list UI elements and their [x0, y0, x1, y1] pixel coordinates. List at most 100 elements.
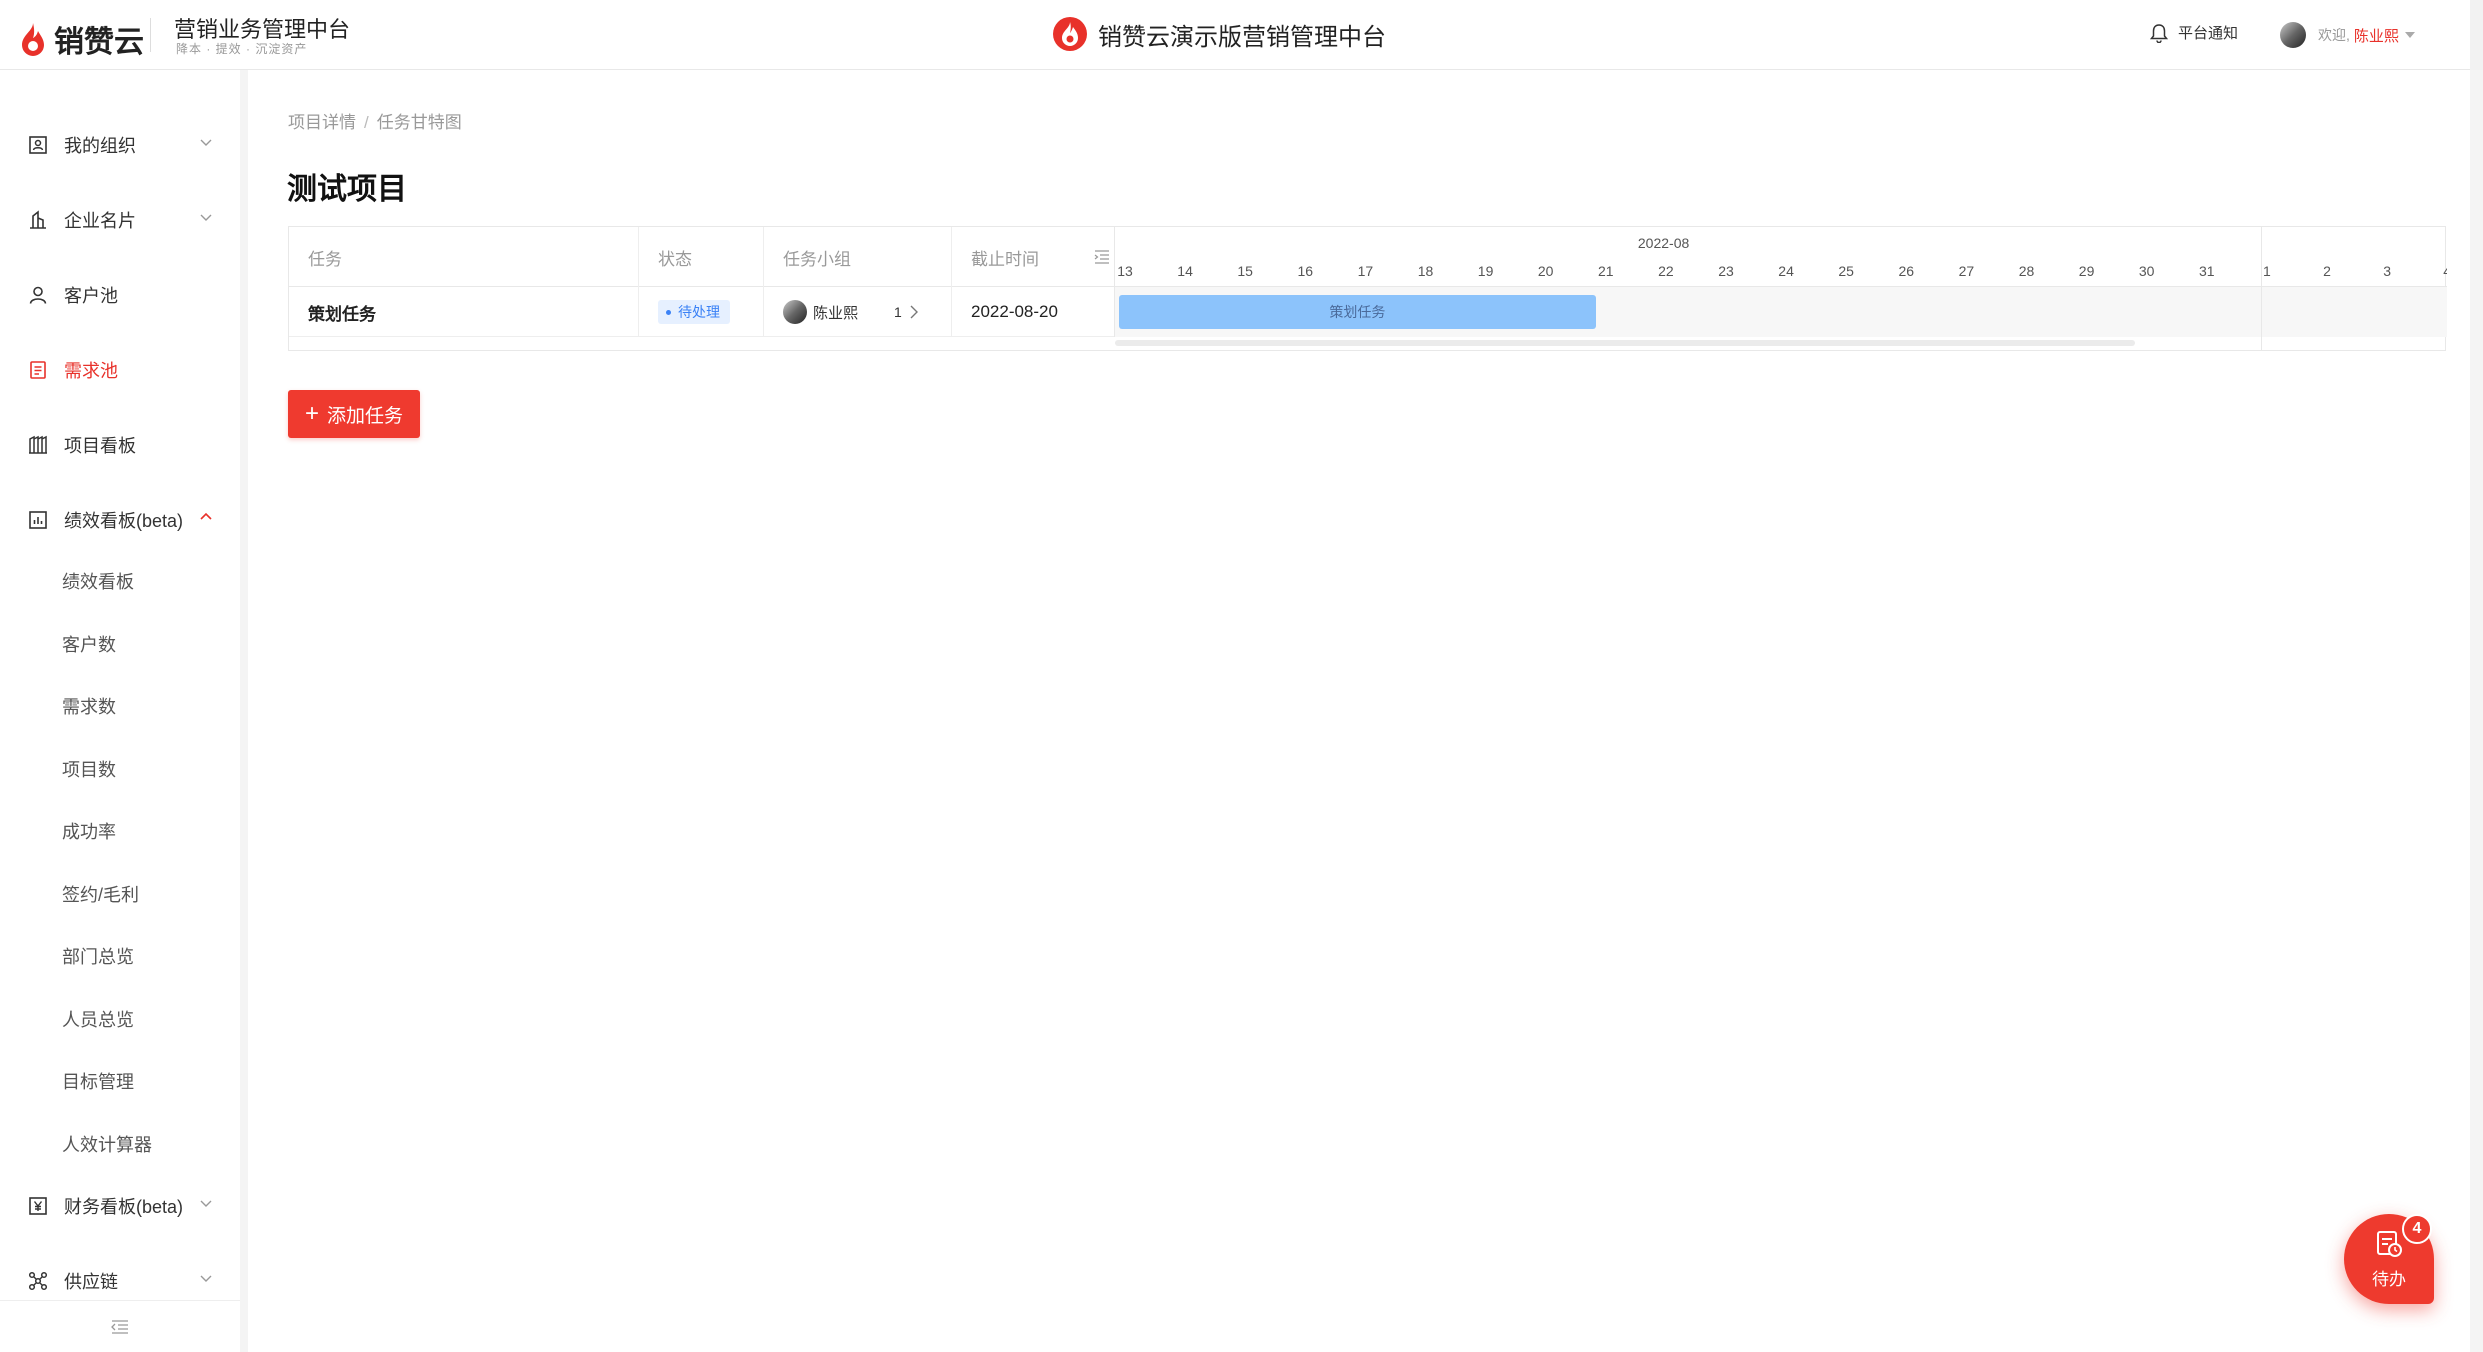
chevron-down-icon [200, 1275, 212, 1282]
chevron-down-icon [200, 214, 212, 221]
chevron-down-icon [200, 1200, 212, 1207]
sidebar-item-demand-pool[interactable]: 需求池 [0, 345, 240, 395]
sidebar-item-project-board[interactable]: 项目看板 [0, 420, 240, 470]
timeline-day-label: 16 [1297, 263, 1314, 279]
sidebar-item-performance-board[interactable]: 绩效看板(beta) [0, 495, 240, 545]
logo-text: 销赞云 [54, 26, 144, 59]
sidebar-item-label: 我的组织 [64, 136, 136, 156]
chevron-up-icon [200, 512, 212, 520]
sub-item-project-count[interactable]: 项目数 [62, 749, 232, 789]
sidebar: 我的组织 企业名片 客户池 需求池 项目看板 绩效看板(beta) 绩效看板 客… [0, 70, 248, 1352]
sub-item-efficiency-calculator[interactable]: 人效计算器 [62, 1124, 232, 1164]
timeline-day-label: 21 [1598, 263, 1614, 279]
timeline-day-label: 23 [1718, 263, 1734, 279]
sub-item-demand-count[interactable]: 需求数 [62, 686, 232, 726]
sub-item-customer-count[interactable]: 客户数 [62, 624, 232, 664]
sidebar-item-label: 需求池 [64, 361, 118, 381]
sub-item-success-rate[interactable]: 成功率 [62, 811, 232, 851]
board-icon [26, 433, 50, 457]
breadcrumb-separator: / [364, 113, 369, 132]
column-header-status: 状态 [639, 227, 764, 287]
status-badge: 待处理 [658, 300, 730, 324]
brand-circle-icon [1053, 17, 1087, 51]
sidebar-collapse-button[interactable] [0, 1300, 240, 1352]
yen-icon [26, 1194, 50, 1218]
timeline-day-label: 18 [1417, 263, 1434, 279]
flame-logo-icon [22, 23, 44, 56]
timeline-scrollbar[interactable] [1115, 340, 2135, 346]
welcome-text: 欢迎, [2318, 27, 2350, 43]
avatar [2280, 22, 2306, 48]
center-title-text: 销赞云演示版营销管理中台 [1098, 23, 1386, 51]
avatar [783, 300, 807, 324]
timeline-day-label: 13 [1117, 263, 1133, 279]
team-count[interactable]: 1 [894, 304, 919, 320]
column-header-task: 任务 [289, 227, 639, 287]
user-icon [26, 283, 50, 307]
timeline-day-label: 22 [1658, 263, 1674, 279]
timeline-day-label: 25 [1838, 263, 1854, 279]
page-title: 测试项目 [287, 173, 407, 206]
team-member: 陈业熙 [783, 300, 858, 324]
sidebar-item-customer-pool[interactable]: 客户池 [0, 270, 240, 320]
sub-item-target-management[interactable]: 目标管理 [62, 1061, 232, 1101]
sidebar-item-label: 供应链 [64, 1272, 118, 1292]
timeline-day-label: 15 [1237, 263, 1253, 279]
timeline-day-label: 24 [1778, 263, 1794, 279]
sidebar-item-supply-chain[interactable]: 供应链 [0, 1256, 240, 1306]
timeline-day-label: 28 [2018, 263, 2035, 279]
timeline-day-label: 17 [1357, 263, 1374, 279]
bell-icon [2150, 23, 2168, 43]
plus-icon: + [304, 400, 319, 427]
timeline-day-label: 3 [2383, 263, 2391, 279]
team-member-name: 陈业熙 [813, 304, 859, 322]
top-header: 销赞云 营销业务管理中台 降本 · 提效 · 沉淀资产 销赞云演示版营销管理中台… [0, 0, 2483, 70]
timeline-day-label: 20 [1537, 263, 1554, 279]
breadcrumb-item-gantt: 任务甘特图 [376, 113, 462, 132]
breadcrumb: 项目详情 / 任务甘特图 [288, 108, 462, 133]
task-name[interactable]: 策划任务 [289, 287, 639, 337]
timeline-day-label: 26 [1898, 263, 1915, 279]
timeline-day-label: 4 [2427, 263, 2447, 279]
team-count-value: 1 [894, 304, 902, 320]
add-task-label: 添加任务 [327, 405, 404, 427]
header-scroll-gutter [2470, 0, 2483, 70]
timeline-day-label: 30 [2138, 263, 2155, 279]
breadcrumb-item-project-detail[interactable]: 项目详情 [288, 113, 356, 132]
page-scrollbar[interactable] [2470, 70, 2483, 1352]
timeline-day-label: 2 [2323, 263, 2331, 279]
sidebar-item-label: 项目看板 [64, 436, 136, 456]
todo-button[interactable]: 待办 4 [2344, 1214, 2434, 1304]
sidebar-item-company-card[interactable]: 企业名片 [0, 195, 240, 245]
timeline-day-label: 14 [1177, 263, 1193, 279]
column-header-team: 任务小组 [764, 227, 952, 287]
status-cell: 待处理 [639, 287, 764, 337]
team-cell[interactable]: 陈业熙 1 [764, 287, 952, 337]
sub-item-department-overview[interactable]: 部门总览 [62, 936, 232, 976]
sidebar-item-finance-board[interactable]: 财务看板(beta) [0, 1181, 240, 1231]
deadline-cell: 2022-08-20 [952, 287, 1115, 337]
column-settings-icon[interactable] [1094, 250, 1110, 264]
chevron-down-icon [200, 139, 212, 146]
task-bar[interactable]: 策划任务 [1119, 295, 1596, 329]
column-header-deadline: 截止时间 [952, 227, 1115, 287]
center-title: 销赞云演示版营销管理中台 [1052, 16, 1386, 52]
column-header-deadline-label: 截止时间 [971, 249, 1039, 269]
timeline-month-boundary [2260, 227, 2262, 350]
add-task-button[interactable]: + 添加任务 [288, 390, 420, 438]
gantt-grid-header: 任务 状态 任务小组 截止时间 [289, 227, 1115, 287]
org-icon [26, 133, 50, 157]
user-menu[interactable]: 欢迎, 陈业熙 [2280, 22, 2415, 48]
timeline-month-label: 2022-08 [1637, 235, 1690, 251]
platform-tagline: 降本 · 提效 · 沉淀资产 [176, 42, 308, 56]
brand-logo[interactable]: 销赞云 [18, 17, 144, 61]
timeline-day-label: 29 [2078, 263, 2095, 279]
sidebar-item-org[interactable]: 我的组织 [0, 120, 240, 170]
table-row[interactable]: 策划任务 待处理 陈业熙 1 2022-08-20 [289, 287, 1115, 337]
sub-item-contract-margin[interactable]: 签约/毛利 [62, 874, 232, 914]
sub-item-performance-board[interactable]: 绩效看板 [62, 561, 232, 601]
timeline-day-label: 31 [2199, 263, 2215, 279]
timeline-day-label: 19 [1477, 263, 1494, 279]
platform-notice-button[interactable]: 平台通知 [2150, 22, 2238, 43]
sub-item-staff-overview[interactable]: 人员总览 [62, 999, 232, 1039]
